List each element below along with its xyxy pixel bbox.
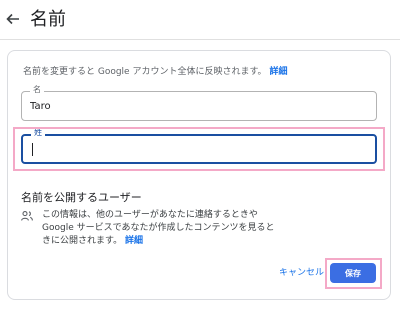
info-line: Google サービスであなたが作成したコンテンツを見ると	[42, 223, 275, 233]
last-name-input[interactable]	[31, 142, 361, 158]
visibility-info: この情報は、他のユーザーがあなたに連絡するときや Google サービスであなた…	[42, 209, 275, 248]
description-body: 名前を変更すると Google アカウント全体に反映されます。	[23, 67, 267, 77]
info-line: きに公開されます。 詳細	[42, 235, 267, 248]
text-cursor	[32, 143, 33, 156]
last-name-field[interactable]: 姓	[21, 128, 377, 164]
people-icon	[21, 211, 33, 221]
visibility-details-link[interactable]: 詳細	[125, 236, 143, 246]
visibility-section-title: 名前を公開するユーザー	[21, 191, 142, 204]
description-details-link[interactable]: 詳細	[269, 67, 287, 77]
first-name-field[interactable]: 名	[21, 85, 377, 121]
first-name-input[interactable]	[30, 98, 360, 114]
arrow-left-icon[interactable]	[6, 12, 20, 26]
cancel-button[interactable]: キャンセル	[279, 267, 324, 279]
last-name-label: 姓	[31, 128, 45, 138]
first-name-label: 名	[30, 85, 44, 95]
top-bar: 名前	[0, 0, 400, 40]
page-title: 名前	[30, 9, 66, 30]
description-text: 名前を変更すると Google アカウント全体に反映されます。 詳細	[23, 66, 287, 78]
header-divider	[0, 39, 400, 40]
save-button[interactable]: 保存	[330, 263, 376, 283]
info-line-text: きに公開されます。	[42, 236, 123, 246]
info-line: この情報は、他のユーザーがあなたに連絡するときや	[42, 210, 258, 220]
name-edit-card: 名前を変更すると Google アカウント全体に反映されます。 詳細 名 姓 名…	[7, 50, 391, 300]
